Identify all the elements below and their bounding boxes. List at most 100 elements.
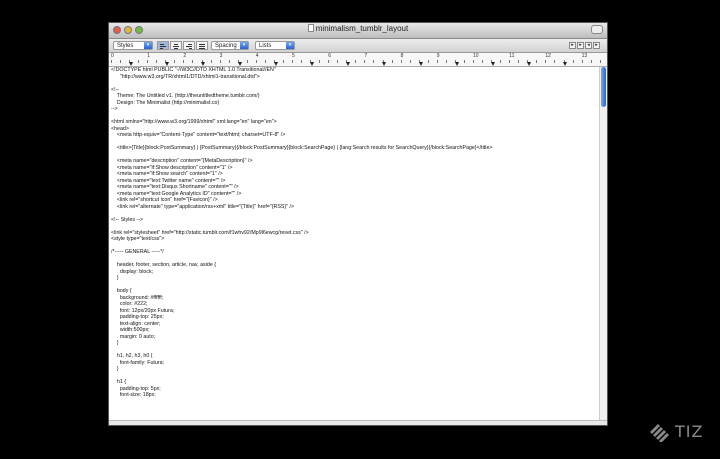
ruler-tick — [518, 60, 520, 63]
ruler-tick — [255, 60, 257, 63]
tab-stop-marker[interactable] — [201, 62, 206, 66]
align-right-button[interactable] — [183, 41, 195, 50]
ruler-tick — [228, 60, 230, 63]
tab-decimal-button[interactable]: ▸ — [593, 42, 600, 49]
document-icon — [307, 24, 314, 32]
ruler-number: 1 — [147, 53, 150, 59]
align-justify-button[interactable] — [196, 41, 208, 50]
tab-center-icon: ▸ — [579, 42, 582, 48]
tab-stop-marker[interactable] — [382, 62, 387, 66]
ruler-tick — [111, 60, 112, 63]
ruler-tick — [482, 60, 484, 63]
ruler-tick — [373, 60, 375, 63]
tab-stop-marker[interactable] — [563, 62, 568, 66]
chevron-down-icon: ▾ — [240, 42, 248, 49]
ruler-tick — [554, 60, 556, 63]
chevron-down-icon: ▾ — [286, 42, 294, 49]
ruler-tick — [301, 60, 303, 63]
ruler-tick — [156, 60, 158, 63]
tab-stop-marker[interactable] — [273, 62, 278, 66]
tab-stop-marker[interactable] — [129, 62, 133, 66]
status-bar — [109, 420, 607, 425]
tab-left-icon: ▸ — [571, 42, 574, 48]
styles-select[interactable]: Styles ▾ — [113, 41, 153, 50]
ruler-number: 7 — [364, 53, 368, 59]
ruler-tick — [174, 60, 176, 63]
ruler-tick — [355, 60, 357, 63]
ruler-tick — [138, 60, 140, 63]
ruler-tick — [445, 60, 447, 63]
ruler-number: 2 — [183, 53, 187, 59]
ruler-tick — [599, 60, 601, 63]
ruler-tick — [219, 60, 221, 63]
tab-stop-marker[interactable] — [491, 62, 495, 66]
tab-stop-marker[interactable] — [418, 62, 423, 66]
title-bar[interactable]: minimalism_tumblr_layout — [109, 23, 607, 39]
ruler-tick — [328, 60, 330, 63]
ruler[interactable]: 0 1 2 3 4 5 6 7 8 9 10 11 12 13 — [109, 53, 607, 67]
tab-stop-marker[interactable] — [346, 62, 351, 66]
ruler-number: 3 — [219, 53, 223, 59]
vertical-scrollbar[interactable] — [599, 67, 607, 423]
ruler-tick — [572, 60, 574, 63]
align-center-button[interactable] — [170, 41, 182, 50]
ruler-number: 6 — [328, 53, 331, 59]
tab-stop-marker[interactable] — [527, 62, 532, 66]
lists-select-label: Lists — [259, 43, 272, 49]
ruler-number: 11 — [509, 53, 515, 59]
ruler-number: 12 — [545, 53, 551, 59]
ruler-number: 8 — [400, 53, 404, 59]
text-line: font-size: 18px; — [111, 392, 156, 398]
window-title: minimalism_tumblr_layout — [315, 24, 409, 33]
ruler-tick — [500, 60, 502, 63]
tab-right-icon: ◂ — [587, 42, 590, 48]
lists-select[interactable]: Lists ▾ — [255, 41, 295, 50]
ruler-tick — [192, 60, 194, 63]
ruler-number: 5 — [292, 53, 295, 59]
ruler-tick — [545, 60, 547, 63]
ruler-tick — [391, 60, 393, 63]
align-left-button[interactable] — [157, 41, 169, 50]
ruler-number: 10 — [473, 53, 479, 59]
ruler-number: 13 — [581, 53, 588, 59]
ruler-tick — [463, 60, 465, 63]
ruler-tick — [282, 60, 284, 63]
ruler-tick — [536, 60, 538, 63]
ruler-tick — [147, 60, 149, 63]
tab-stop-marker[interactable] — [310, 62, 314, 66]
ruler-tick — [264, 60, 266, 63]
ruler-tick — [400, 60, 402, 63]
tab-stop-marker[interactable] — [165, 62, 170, 66]
ruler-tick — [581, 60, 583, 63]
scrollbar-thumb[interactable] — [601, 67, 606, 107]
ruler-tick — [509, 60, 511, 63]
ruler-tick — [427, 60, 429, 63]
tab-right-button[interactable]: ◂ — [585, 42, 592, 49]
ruler-tick — [246, 60, 248, 63]
format-toolbar: Styles ▾ Spacing ▾ Lists ▾ ▸ ▸ ◂ ▸ — [109, 39, 607, 53]
spacing-select-label: Spacing — [215, 43, 237, 49]
ruler-tick — [436, 60, 438, 63]
tab-left-button[interactable]: ▸ — [569, 42, 576, 49]
logo-mark-icon — [650, 424, 669, 442]
tab-decimal-icon: ▸ — [595, 42, 598, 48]
ruler-tick — [120, 60, 122, 63]
ruler-tick — [473, 60, 474, 63]
tiz-logo: TIZ — [648, 420, 708, 444]
tab-stop-marker[interactable] — [454, 62, 459, 66]
tab-stop-marker[interactable] — [237, 62, 242, 66]
toolbar-toggle-button[interactable] — [591, 25, 603, 34]
ruler-tick — [319, 60, 321, 63]
ruler-number: 9 — [436, 53, 440, 59]
ruler-number: 4 — [255, 53, 259, 59]
spacing-select[interactable]: Spacing ▾ — [211, 41, 249, 50]
ruler-tick — [210, 60, 212, 63]
ruler-tick — [292, 60, 293, 63]
ruler-tick — [337, 60, 339, 63]
chevron-down-icon: ▾ — [144, 42, 152, 49]
window-title-wrap: minimalism_tumblr_layout — [109, 24, 607, 33]
tab-center-button[interactable]: ▸ — [577, 42, 584, 49]
document-text[interactable]: <!DOCTYPE html PUBLIC "-//W3C//DTD XHTML… — [111, 67, 601, 422]
ruler-tick — [409, 60, 411, 63]
watermark-text: TIZ — [675, 422, 704, 441]
